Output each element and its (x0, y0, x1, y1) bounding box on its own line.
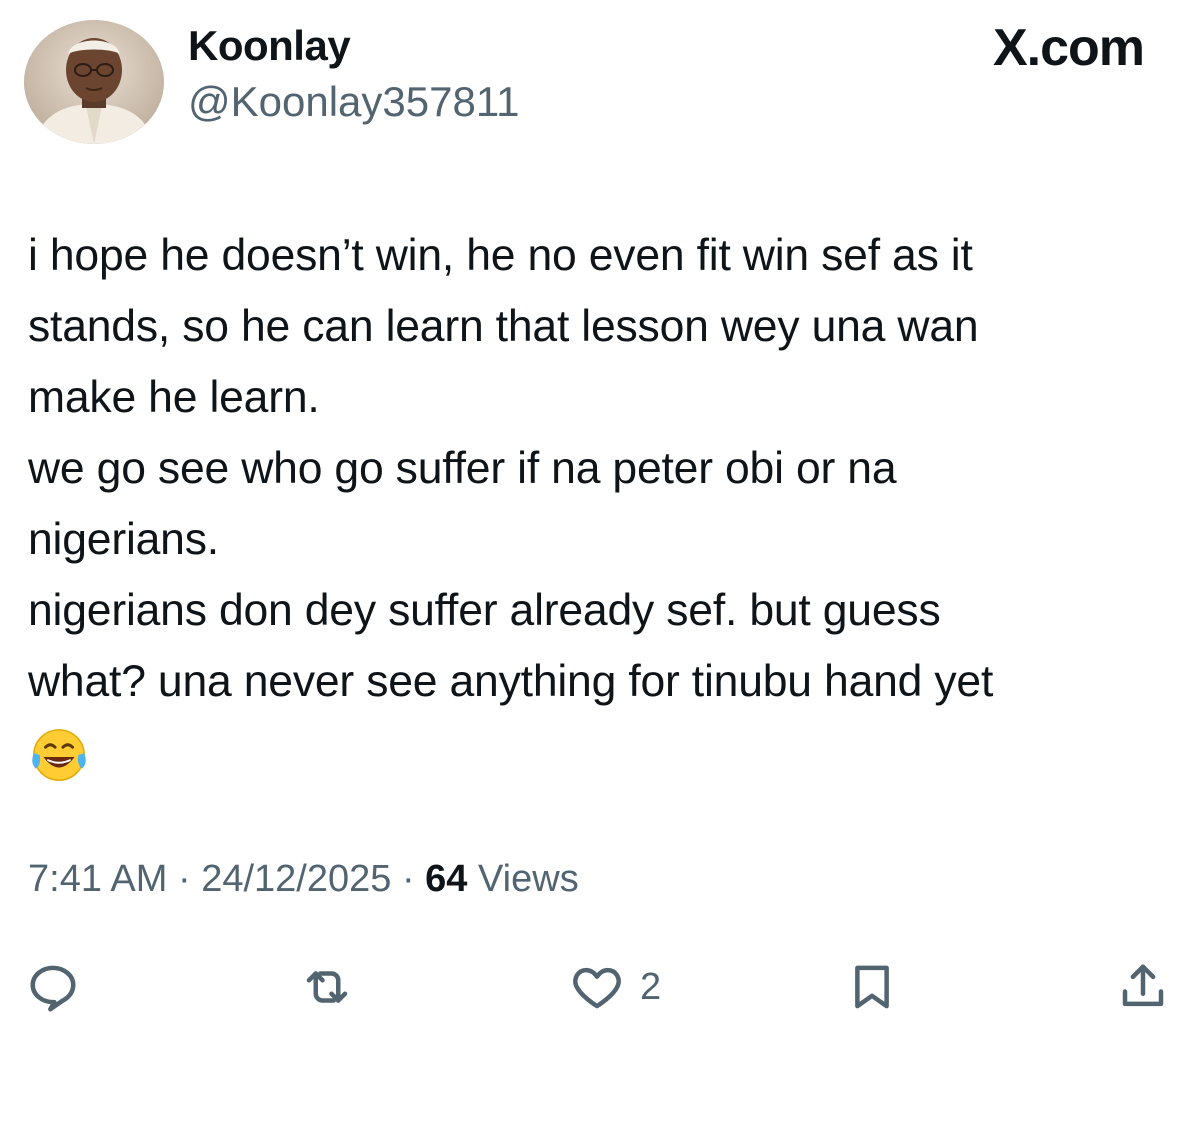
like-button[interactable]: 2 (570, 955, 661, 1019)
tweet-date[interactable]: 24/12/2025 (201, 858, 391, 900)
tweet-text: i hope he doesn’t win, he no even fit wi… (28, 220, 1178, 788)
share-icon (1116, 960, 1170, 1014)
reply-button[interactable] (26, 955, 80, 1019)
bookmark-button[interactable] (845, 955, 899, 1019)
tweet-line: nigerians. (28, 515, 219, 564)
tweet-line: nigerians don dey suffer already sef. bu… (28, 586, 941, 635)
meta-separator: · (177, 858, 191, 900)
views-count: 64 (425, 858, 468, 900)
tweet-line: i hope he doesn’t win, he no even fit wi… (28, 231, 973, 280)
tweet-time[interactable]: 7:41 AM (28, 858, 167, 900)
action-bar: 2 (0, 955, 1200, 1019)
like-count: 2 (640, 965, 662, 1008)
share-button[interactable] (1116, 955, 1170, 1019)
meta-separator: · (401, 858, 415, 900)
face-with-tears-of-joy-icon (28, 724, 90, 786)
heart-icon (570, 960, 624, 1014)
author-handle[interactable]: @Koonlay357811 (188, 78, 519, 126)
tweet-meta: 7:41 AM · 24/12/2025 · 64 Views (28, 858, 579, 901)
brand-wordmark: X.com (992, 19, 1145, 77)
reply-icon (26, 960, 80, 1014)
tweet-line: we go see who go suffer if na peter obi … (28, 444, 897, 493)
tweet-line: stands, so he can learn that lesson wey … (28, 302, 979, 351)
tweet-line: what? una never see anything for tinubu … (28, 657, 994, 706)
avatar[interactable] (24, 20, 164, 144)
tweet-emoji-line (28, 717, 1178, 788)
repost-button[interactable] (300, 955, 354, 1019)
tweet-line: make he learn. (28, 373, 320, 422)
author-display-name[interactable]: Koonlay (188, 22, 351, 70)
repost-icon (300, 960, 354, 1014)
views-label: Views (478, 858, 579, 900)
bookmark-icon (845, 960, 899, 1014)
